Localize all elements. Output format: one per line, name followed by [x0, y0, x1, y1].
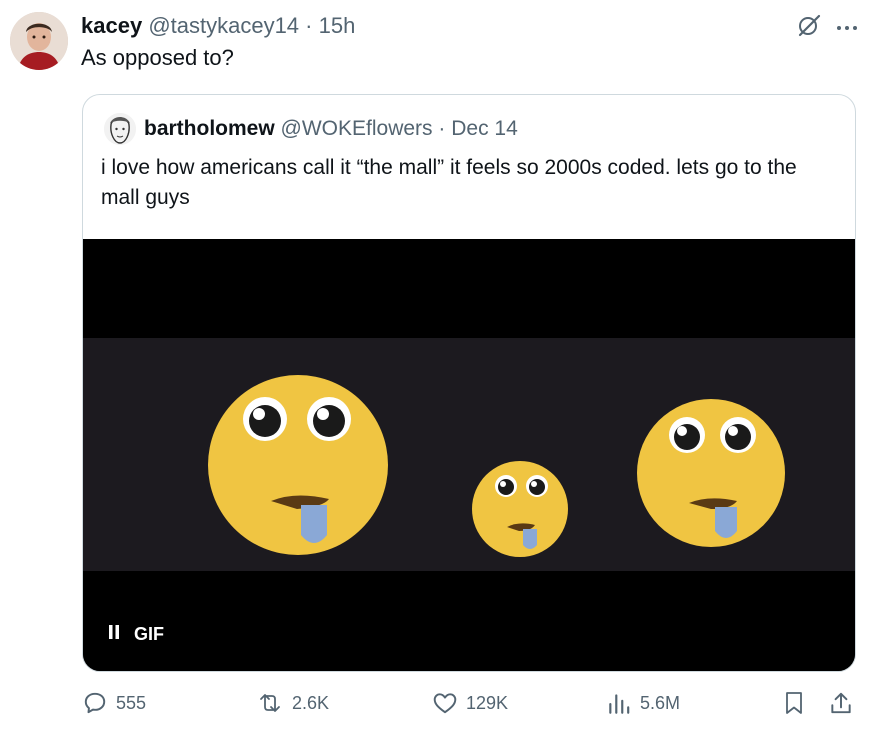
tweet-header: kacey @tastykacey14 · 15h — [81, 13, 355, 39]
like-count: 129K — [466, 692, 509, 713]
tweet-text: As opposed to? — [81, 45, 234, 70]
tweet-top-actions — [796, 12, 858, 43]
tweet-action-bar: 555 2.6K 129K 5.6M — [0, 690, 876, 726]
reply-icon — [84, 692, 106, 714]
quoted-tweet-date[interactable]: Dec 14 — [451, 117, 518, 140]
header-separator: · — [305, 13, 313, 38]
author-avatar[interactable] — [10, 12, 68, 70]
share-icon — [831, 692, 851, 714]
author-name[interactable]: kacey — [81, 13, 142, 38]
quoted-author-avatar[interactable] — [104, 113, 136, 145]
pause-icon[interactable] — [108, 624, 120, 645]
share-button[interactable] — [828, 690, 854, 716]
views-button[interactable]: 5.6M — [606, 690, 680, 716]
repost-icon — [260, 694, 280, 712]
reply-button[interactable]: 555 — [82, 690, 146, 716]
emoji-right — [637, 399, 785, 547]
emoji-left — [208, 375, 388, 555]
repost-count: 2.6K — [292, 692, 330, 713]
gif-controls: GIF — [108, 624, 164, 645]
like-button[interactable]: 129K — [432, 690, 508, 716]
views-icon — [609, 694, 630, 714]
gif-media[interactable]: GIF — [83, 239, 855, 671]
quoted-tweet-card[interactable]: bartholomew @WOKEflowers · Dec 14 i love… — [82, 94, 856, 672]
gif-label: GIF — [134, 624, 164, 644]
quoted-header-separator: · — [438, 117, 446, 140]
reply-count: 555 — [116, 692, 147, 713]
more-icon[interactable] — [836, 19, 858, 37]
bookmark-button[interactable] — [782, 690, 806, 716]
like-icon — [433, 693, 457, 714]
repost-button[interactable]: 2.6K — [256, 690, 329, 716]
quoted-tweet-text: i love how americans call it “the mall” … — [101, 156, 797, 209]
gif-frame — [83, 239, 855, 671]
author-handle[interactable]: @tastykacey14 — [148, 13, 299, 38]
quoted-author-handle[interactable]: @WOKEflowers — [281, 117, 433, 140]
bookmark-icon — [786, 692, 802, 714]
views-count: 5.6M — [640, 692, 681, 713]
grok-icon[interactable] — [796, 12, 822, 43]
emoji-middle — [472, 461, 568, 557]
quoted-author-name[interactable]: bartholomew — [144, 117, 275, 140]
quoted-tweet-header: bartholomew @WOKEflowers · Dec 14 — [144, 116, 518, 142]
tweet-time[interactable]: 15h — [319, 13, 356, 38]
